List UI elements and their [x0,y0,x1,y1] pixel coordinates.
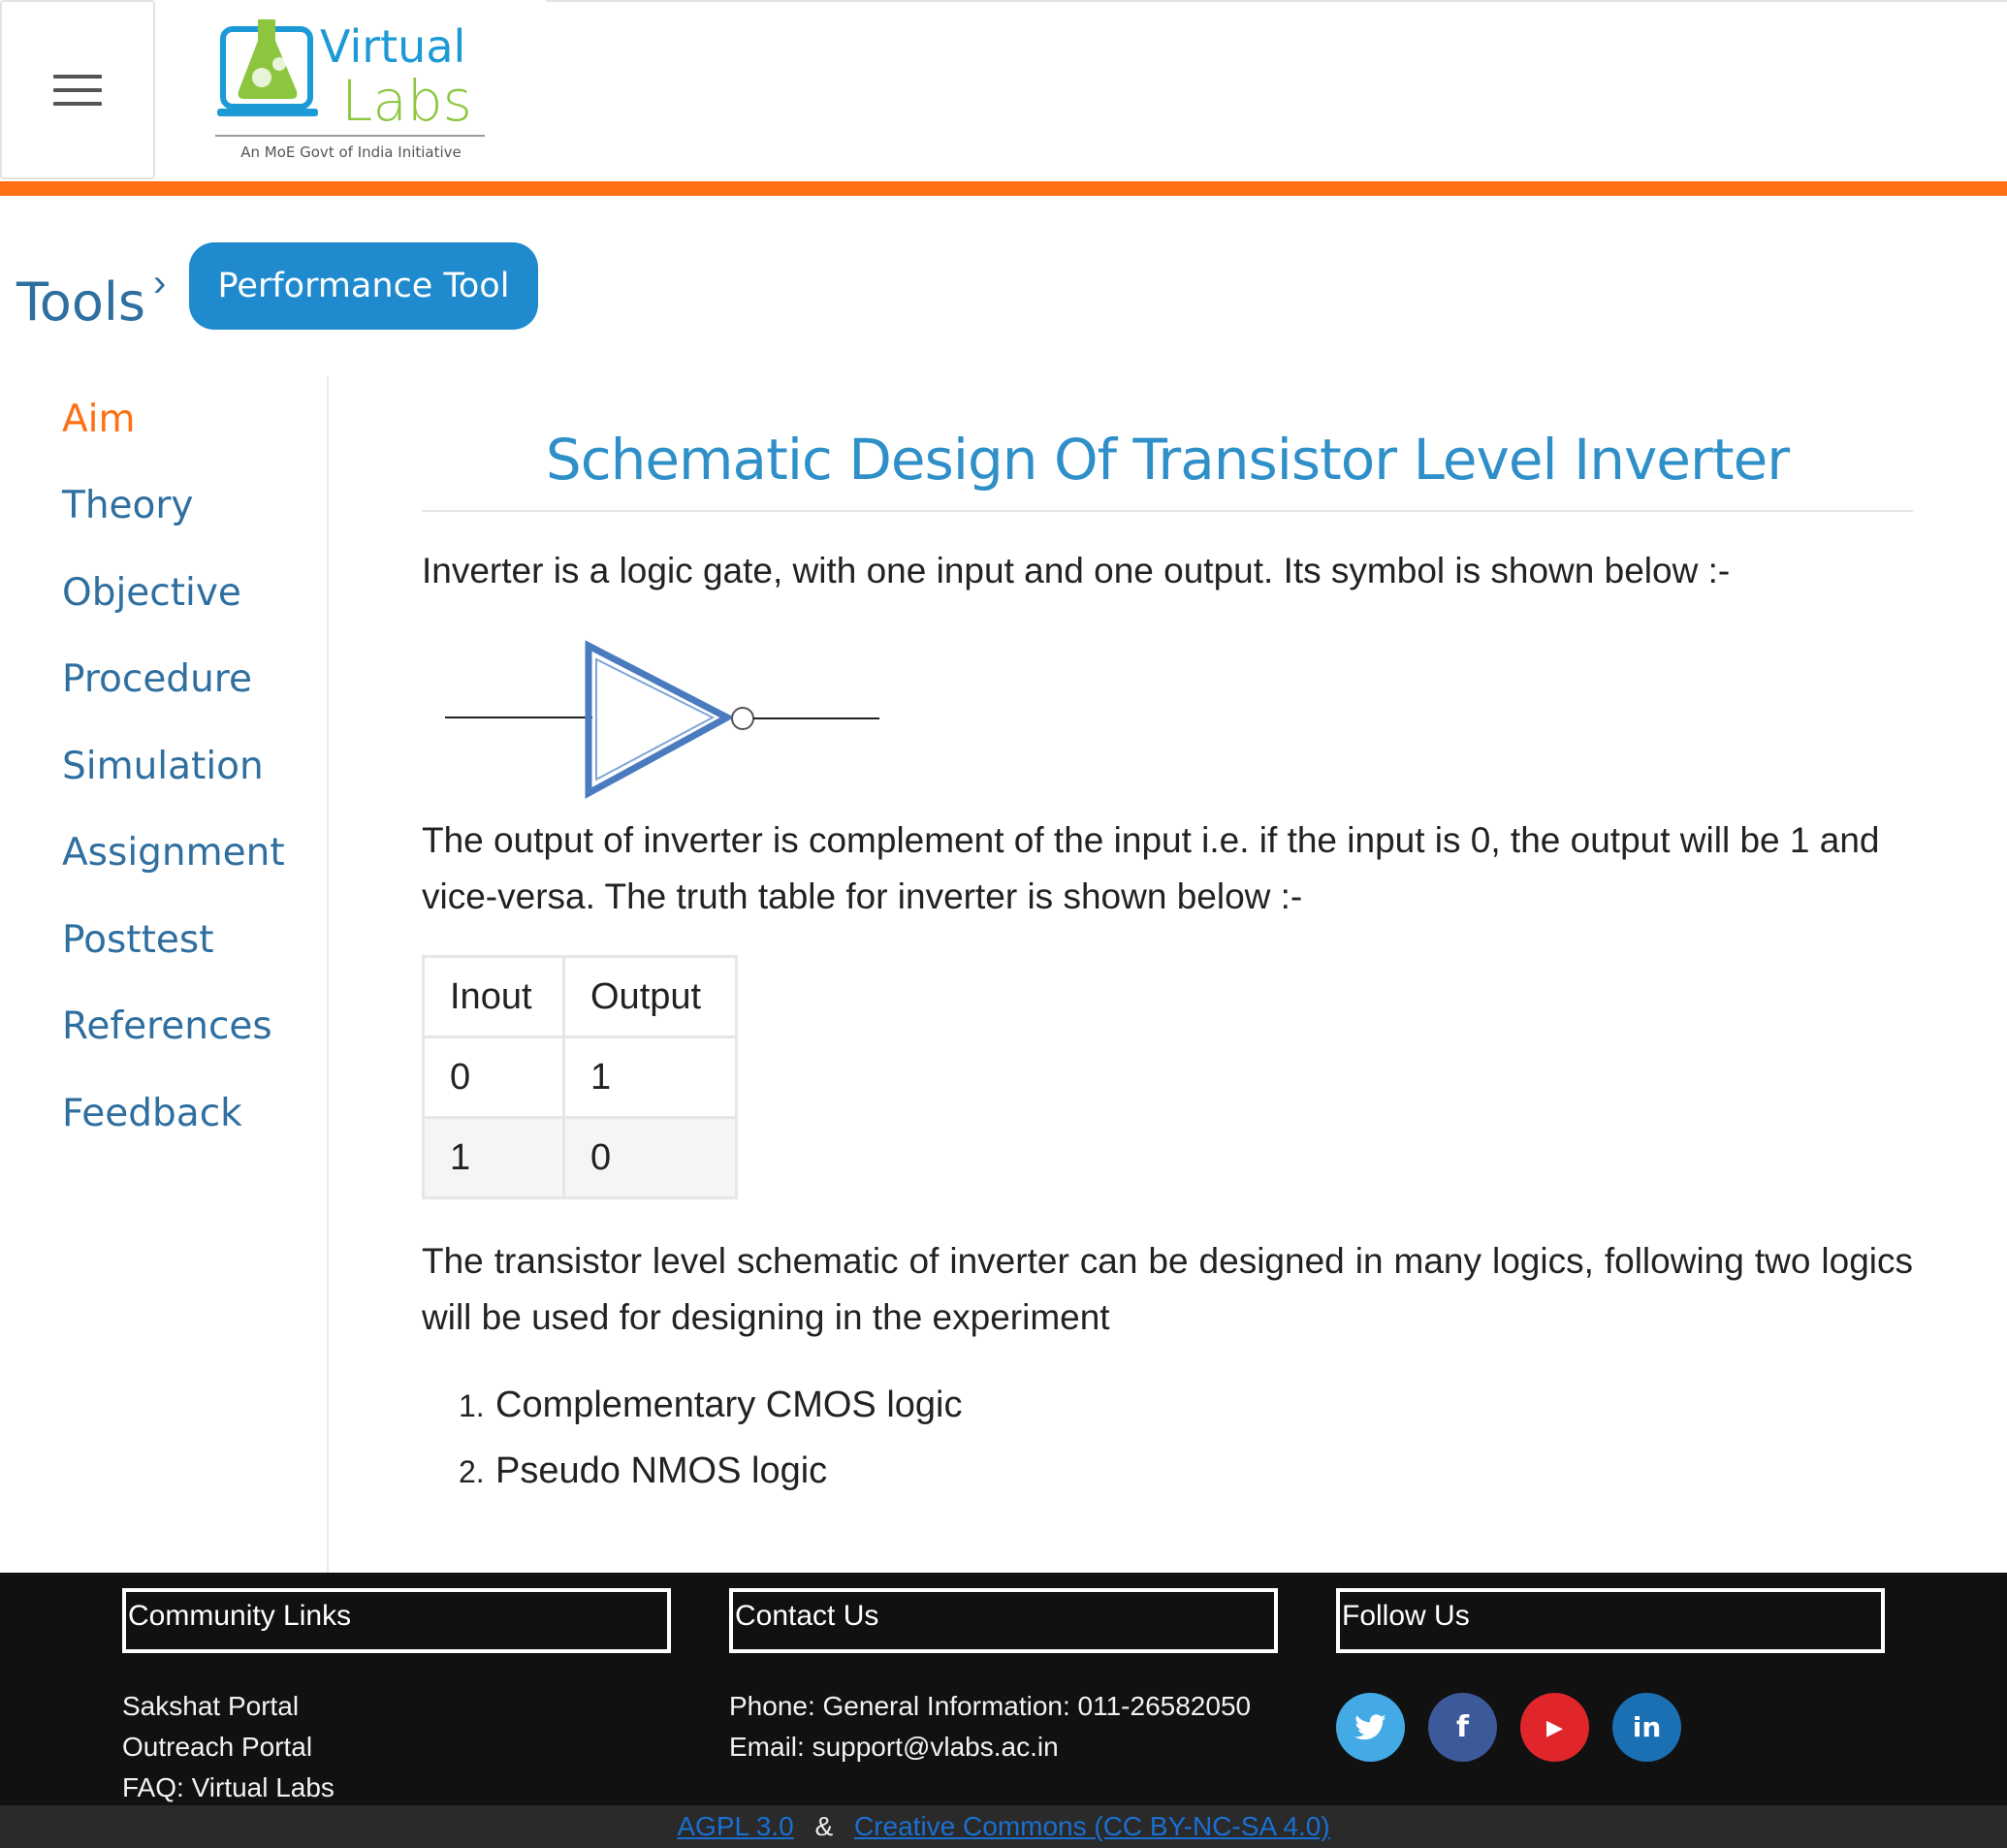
header: Virtual Labs An MoE Govt of India Initia… [0,0,2007,181]
table-cell: 0 [562,1116,738,1199]
table-row: 0 1 [422,1036,738,1119]
header-accent-bar [0,181,2007,196]
inverter-symbol-image [445,640,879,799]
schematic-paragraph: The transistor level schematic of invert… [422,1241,1913,1337]
truth-table-intro: The output of inverter is complement of … [422,820,1880,916]
license-bar: AGPL 3.0 & Creative Commons (CC BY-NC-SA… [0,1805,2007,1848]
chevron-right-icon: › [153,262,167,304]
sidebar-item-aim[interactable]: Aim [62,398,136,441]
sidebar-item-posttest[interactable]: Posttest [62,918,214,962]
column-header-output: Output [562,955,738,1038]
community-links-heading: Community Links [122,1588,671,1653]
table-cell: 0 [422,1036,565,1119]
table-row: 1 0 [422,1116,738,1199]
contact-us-heading: Contact Us [729,1588,1278,1653]
header-divider [546,0,2007,2]
community-links-list: Sakshat Portal Outreach Portal FAQ: Virt… [122,1686,334,1808]
virtual-labs-logo[interactable]: Virtual Labs An MoE Govt of India Initia… [215,12,487,167]
title-divider [422,510,1913,512]
link-outreach-portal[interactable]: Outreach Portal [122,1727,334,1768]
svg-text:Labs: Labs [341,68,472,134]
sidebar-item-objective[interactable]: Objective [62,571,241,615]
breadcrumb-tools[interactable]: Tools [16,271,145,333]
logo-tagline: An MoE Govt of India Initiative [240,143,462,161]
footer: Community Links Contact Us Follow Us Sak… [0,1573,2007,1805]
sidebar-item-assignment[interactable]: Assignment [62,831,285,875]
youtube-icon[interactable]: ▶ [1520,1693,1589,1762]
page-title: Schematic Design Of Transistor Level Inv… [545,427,1790,493]
table-cell: 1 [422,1116,565,1199]
link-faq[interactable]: FAQ: Virtual Labs [122,1768,334,1808]
facebook-icon[interactable]: f [1428,1693,1497,1762]
follow-us-heading: Follow Us [1336,1588,1885,1653]
sidebar-item-simulation[interactable]: Simulation [62,745,264,788]
contact-info: Phone: General Information: 011-26582050… [729,1686,1251,1768]
sidebar-nav: Aim Theory Objective Procedure Simulatio… [0,376,329,1573]
contact-email[interactable]: Email: support@vlabs.ac.in [729,1727,1251,1768]
performance-tool-button[interactable]: Performance Tool [189,242,538,330]
list-item: 2. Pseudo NMOS logic [459,1450,828,1491]
logic-list: 1. Complementary CMOS logic 2. Pseudo NMOS… [459,1373,962,1505]
list-item: 1. Complementary CMOS logic [459,1385,963,1425]
sidebar-item-procedure[interactable]: Procedure [62,657,252,701]
hamburger-menu-icon [53,65,102,115]
table-header-row: Inout Output [422,955,738,1038]
intro-paragraph: Inverter is a logic gate, with one input… [422,551,1731,590]
contact-phone: Phone: General Information: 011-26582050 [729,1691,1252,1721]
agpl-link[interactable]: AGPL 3.0 [677,1811,793,1841]
sidebar-item-theory[interactable]: Theory [62,484,194,527]
svg-text:Virtual: Virtual [320,20,465,73]
column-header-input: Inout [422,955,565,1038]
creative-commons-link[interactable]: Creative Commons (CC BY-NC-SA 4.0) [854,1811,1330,1841]
license-separator: & [814,1811,834,1841]
sidebar-item-references[interactable]: References [62,1004,272,1048]
linkedin-icon[interactable]: in [1612,1693,1681,1762]
menu-button[interactable] [0,0,155,179]
truth-table: Inout Output 0 1 1 0 [422,955,738,1199]
twitter-icon[interactable] [1336,1693,1405,1762]
table-cell: 1 [562,1036,738,1119]
link-sakshat-portal[interactable]: Sakshat Portal [122,1686,334,1727]
sidebar-item-feedback[interactable]: Feedback [62,1092,242,1135]
